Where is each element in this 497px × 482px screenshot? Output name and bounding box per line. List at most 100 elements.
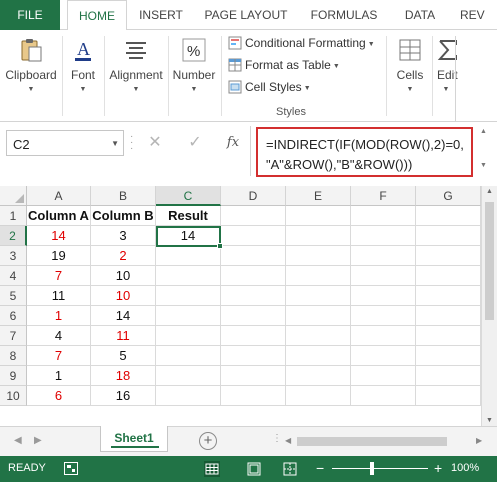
cell-b1[interactable]: Column B bbox=[91, 206, 156, 226]
cell-c5[interactable] bbox=[156, 286, 221, 306]
cell-c10[interactable] bbox=[156, 386, 221, 406]
next-sheet-icon[interactable]: ▶ bbox=[34, 435, 42, 446]
cell-a8[interactable]: 7 bbox=[27, 346, 91, 366]
cell-a2[interactable]: 14 bbox=[27, 226, 91, 246]
cell-e5[interactable] bbox=[286, 286, 351, 306]
cell-e2[interactable] bbox=[286, 226, 351, 246]
cell-d9[interactable] bbox=[221, 366, 286, 386]
cell-d2[interactable] bbox=[221, 226, 286, 246]
tab-page-layout[interactable]: PAGE LAYOUT bbox=[198, 0, 294, 30]
cell-b4[interactable]: 10 bbox=[91, 266, 156, 286]
cell-f6[interactable] bbox=[351, 306, 416, 326]
horizontal-scrollbar[interactable] bbox=[297, 435, 471, 448]
horizontal-scroll-thumb[interactable] bbox=[297, 437, 447, 446]
add-sheet-button[interactable]: + bbox=[199, 432, 217, 450]
row-header-6[interactable]: 6 bbox=[0, 306, 27, 326]
ribbon-scroll[interactable] bbox=[455, 36, 465, 122]
row-header-7[interactable]: 7 bbox=[0, 326, 27, 346]
cell-c6[interactable] bbox=[156, 306, 221, 326]
enter-button[interactable]: ✓ bbox=[182, 130, 208, 156]
cell-g1[interactable] bbox=[416, 206, 481, 226]
cell-a4[interactable]: 7 bbox=[27, 266, 91, 286]
row-header-1[interactable]: 1 bbox=[0, 206, 27, 226]
column-header-a[interactable]: A bbox=[27, 186, 91, 206]
cell-d4[interactable] bbox=[221, 266, 286, 286]
cell-d7[interactable] bbox=[221, 326, 286, 346]
page-break-view-icon[interactable] bbox=[282, 461, 298, 477]
cell-b9[interactable]: 18 bbox=[91, 366, 156, 386]
chevron-down-icon[interactable]: ▼ bbox=[486, 417, 493, 424]
column-header-c[interactable]: C bbox=[156, 186, 221, 206]
insert-function-button[interactable]: fx bbox=[220, 130, 246, 156]
cell-a10[interactable]: 6 bbox=[27, 386, 91, 406]
scroll-left-icon[interactable]: ◀ bbox=[285, 436, 291, 445]
macro-record-icon[interactable] bbox=[64, 462, 78, 475]
cell-e1[interactable] bbox=[286, 206, 351, 226]
format-as-table-button[interactable]: Format as Table ▼ bbox=[228, 55, 340, 75]
column-header-d[interactable]: D bbox=[221, 186, 286, 206]
cell-c3[interactable] bbox=[156, 246, 221, 266]
column-header-b[interactable]: B bbox=[91, 186, 156, 206]
tab-data[interactable]: DATA bbox=[395, 0, 445, 30]
cell-b10[interactable]: 16 bbox=[91, 386, 156, 406]
cell-d5[interactable] bbox=[221, 286, 286, 306]
clipboard-group[interactable]: Clipboard ▼ bbox=[0, 30, 62, 122]
select-all-button[interactable] bbox=[0, 186, 27, 206]
number-group[interactable]: % Number ▼ bbox=[170, 30, 218, 122]
alignment-group[interactable]: Alignment ▼ bbox=[106, 30, 166, 122]
cell-b3[interactable]: 2 bbox=[91, 246, 156, 266]
cell-g8[interactable] bbox=[416, 346, 481, 366]
cell-a3[interactable]: 19 bbox=[27, 246, 91, 266]
cell-g10[interactable] bbox=[416, 386, 481, 406]
zoom-out-button[interactable]: − bbox=[316, 460, 324, 476]
tab-insert[interactable]: INSERT bbox=[132, 0, 190, 30]
prev-sheet-icon[interactable]: ◀ bbox=[14, 435, 22, 446]
cell-f9[interactable] bbox=[351, 366, 416, 386]
tab-formulas[interactable]: FORMULAS bbox=[305, 0, 383, 30]
fill-handle[interactable] bbox=[217, 243, 223, 249]
cell-b6[interactable]: 14 bbox=[91, 306, 156, 326]
cell-g6[interactable] bbox=[416, 306, 481, 326]
resize-handle-icon[interactable]: · · · bbox=[130, 132, 136, 154]
cell-c9[interactable] bbox=[156, 366, 221, 386]
formula-scroll[interactable]: ▲ ▼ bbox=[480, 128, 492, 174]
cell-g9[interactable] bbox=[416, 366, 481, 386]
cell-c4[interactable] bbox=[156, 266, 221, 286]
cell-f3[interactable] bbox=[351, 246, 416, 266]
chevron-down-icon[interactable]: ▼ bbox=[480, 162, 487, 169]
cell-a7[interactable]: 4 bbox=[27, 326, 91, 346]
cell-d10[interactable] bbox=[221, 386, 286, 406]
cell-a6[interactable]: 1 bbox=[27, 306, 91, 326]
cell-b5[interactable]: 10 bbox=[91, 286, 156, 306]
zoom-slider[interactable] bbox=[332, 468, 428, 469]
cell-e6[interactable] bbox=[286, 306, 351, 326]
cell-a1[interactable]: Column A bbox=[27, 206, 91, 226]
scroll-right-icon[interactable]: ▶ bbox=[476, 436, 482, 445]
cell-styles-button[interactable]: Cell Styles ▼ bbox=[228, 77, 311, 97]
column-header-e[interactable]: E bbox=[286, 186, 351, 206]
chevron-down-icon[interactable]: ▼ bbox=[111, 139, 119, 148]
cell-a5[interactable]: 11 bbox=[27, 286, 91, 306]
row-header-5[interactable]: 5 bbox=[0, 286, 27, 306]
zoom-level[interactable]: 100% bbox=[451, 462, 479, 474]
cell-e10[interactable] bbox=[286, 386, 351, 406]
tab-home[interactable]: HOME bbox=[67, 0, 127, 31]
normal-view-icon[interactable] bbox=[204, 461, 220, 477]
cell-g4[interactable] bbox=[416, 266, 481, 286]
cell-f8[interactable] bbox=[351, 346, 416, 366]
vertical-scrollbar[interactable]: ▲ ▼ bbox=[481, 186, 497, 426]
cell-f1[interactable] bbox=[351, 206, 416, 226]
cell-d8[interactable] bbox=[221, 346, 286, 366]
cell-g7[interactable] bbox=[416, 326, 481, 346]
row-header-9[interactable]: 9 bbox=[0, 366, 27, 386]
cell-f4[interactable] bbox=[351, 266, 416, 286]
sheet-tab-sheet1[interactable]: Sheet1 bbox=[100, 426, 168, 452]
cell-d1[interactable] bbox=[221, 206, 286, 226]
cell-e3[interactable] bbox=[286, 246, 351, 266]
cell-g3[interactable] bbox=[416, 246, 481, 266]
cell-e9[interactable] bbox=[286, 366, 351, 386]
cell-a9[interactable]: 1 bbox=[27, 366, 91, 386]
cell-f5[interactable] bbox=[351, 286, 416, 306]
page-layout-view-icon[interactable] bbox=[246, 461, 262, 477]
cell-f10[interactable] bbox=[351, 386, 416, 406]
